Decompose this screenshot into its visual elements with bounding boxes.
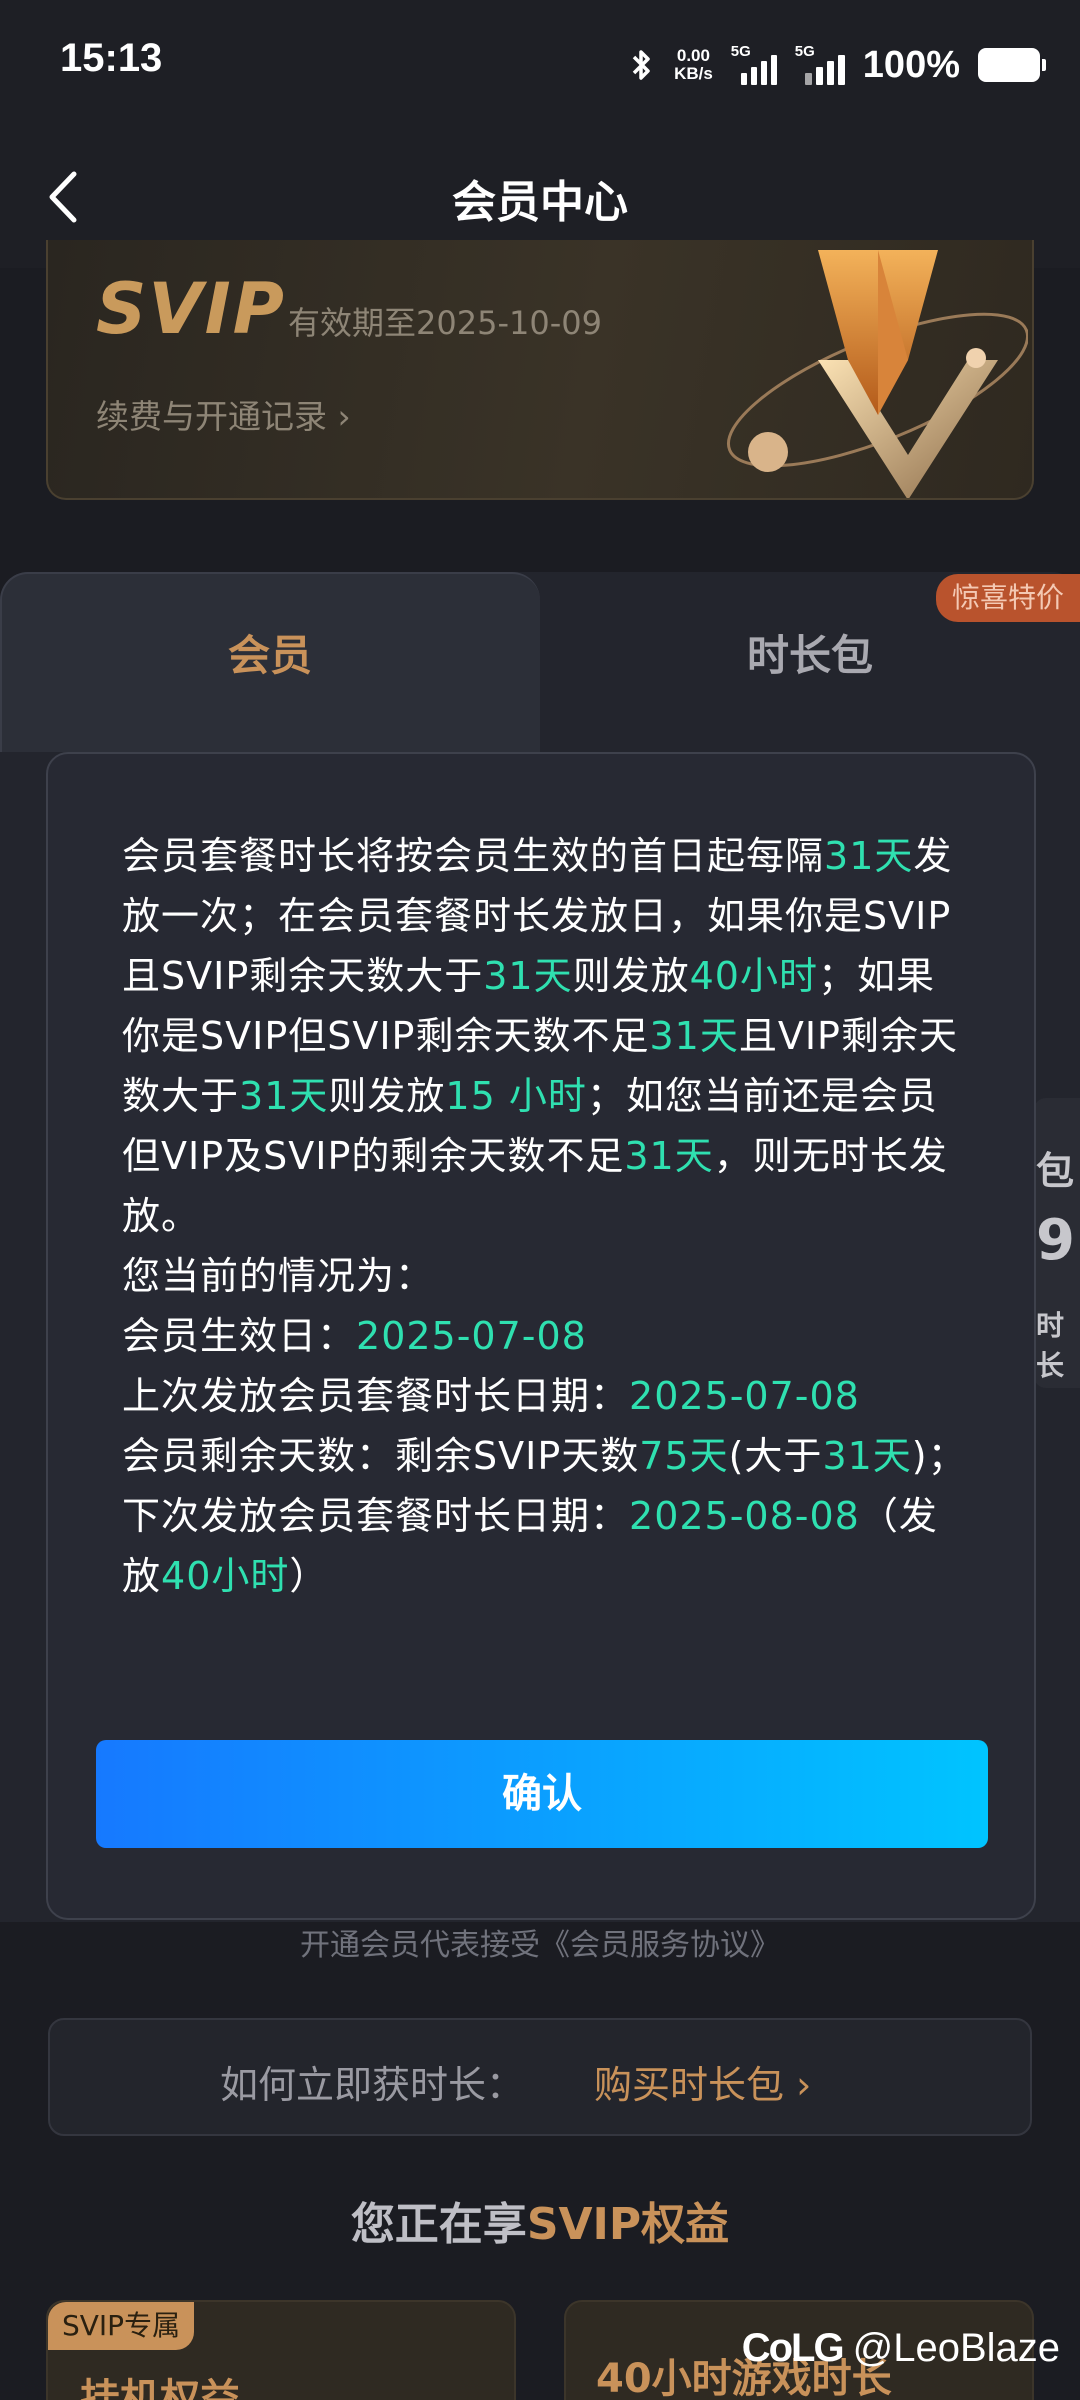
svip-exclusive-badge: SVIP专属 — [48, 2302, 195, 2350]
confirm-button[interactable]: 确认 — [96, 1740, 988, 1848]
renew-record-link[interactable]: 续费与开通记录 › — [96, 390, 351, 438]
buy-time-pack-link[interactable]: 购买时长包 › — [594, 2054, 811, 2109]
benefits-title: 您正在享SVIP权益 — [350, 2199, 730, 2250]
benefit-card-idle[interactable]: SVIP专属 挂机权益 — [46, 2300, 516, 2400]
svip-emblem-icon — [726, 250, 1028, 498]
remaining-days: 75天 — [639, 1434, 729, 1478]
svip-card: SVIP 有效期至2025-10-09 续费与开通记录 › — [46, 240, 1034, 500]
highlight-value: 31天 — [624, 1134, 714, 1178]
status-bar: 15:13 0.00 KB/s 5G 5G 100% — [0, 0, 1080, 130]
highlight-value: 40小时 — [689, 954, 818, 998]
tab-time-pack[interactable]: 时长包 — [540, 622, 1080, 683]
side-card-peek: 包 9 时长 — [1034, 1098, 1080, 1388]
rules-text: 则发放 — [328, 1074, 446, 1118]
next-grant-date: 2025-08-08 — [629, 1494, 860, 1538]
dialog-body: 会员套餐时长将按会员生效的首日起每隔31天发放一次；在会员套餐时长发放日，如果你… — [122, 826, 970, 1606]
status-time: 15:13 — [60, 36, 163, 80]
rules-paragraph: 会员套餐时长将按会员生效的首日起每隔31天发放一次；在会员套餐时长发放日，如果你… — [122, 826, 970, 1246]
highlight-value: 31天 — [649, 1014, 739, 1058]
signal-icon: 5G — [731, 43, 777, 85]
rules-text: 则发放 — [572, 954, 690, 998]
next-grant-row: 下次发放会员套餐时长日期：2025-08-08（发放40小时） — [122, 1494, 938, 1598]
watermark: CoLG @LeoBlaze — [742, 2326, 1060, 2371]
signal-icon: 5G — [795, 43, 845, 85]
current-status-label: 您当前的情况为： — [122, 1254, 435, 1298]
remaining-days-row: 会员剩余天数：剩余SVIP天数75天(大于31天)； — [122, 1434, 967, 1478]
svip-expiry: 有效期至2025-10-09 — [288, 304, 602, 342]
page-title: 会员中心 — [452, 177, 628, 228]
last-grant-date: 2025-07-08 — [629, 1374, 860, 1418]
tab-member-label[interactable]: 会员 — [0, 622, 540, 683]
highlight-value: 15 小时 — [445, 1074, 587, 1118]
effective-date-row: 会员生效日：2025-07-08 — [122, 1314, 587, 1358]
highlight-value: 31天 — [239, 1074, 329, 1118]
highlight-value: 31天 — [483, 954, 573, 998]
special-offer-badge: 惊喜特价 — [936, 574, 1080, 622]
rules-text: 会员套餐时长将按会员生效的首日起每隔 — [122, 834, 825, 878]
next-grant-hours: 40小时 — [161, 1554, 290, 1598]
effective-date: 2025-07-08 — [356, 1314, 587, 1358]
battery-percentage: 100% — [862, 43, 960, 86]
network-speed: 0.00 KB/s — [674, 46, 713, 83]
last-grant-row: 上次发放会员套餐时长日期：2025-07-08 — [122, 1374, 860, 1418]
benefit-title: 挂机权益 — [80, 2376, 240, 2400]
highlight-value: 31天 — [824, 834, 914, 878]
colg-logo: CoLG — [741, 2326, 845, 2370]
how-to-get-label: 如何立即获时长： — [220, 2063, 525, 2107]
watermark-handle: @LeoBlaze — [852, 2326, 1060, 2370]
battery-icon — [978, 48, 1046, 82]
svip-logo: SVIP — [96, 268, 286, 350]
grant-rules-dialog: 会员套餐时长将按会员生效的首日起每隔31天发放一次；在会员套餐时长发放日，如果你… — [46, 752, 1036, 1920]
agreement-text[interactable]: 开通会员代表接受《会员服务协议》 — [0, 1920, 1080, 1964]
status-icons: 0.00 KB/s 5G 5G 100% — [626, 40, 1046, 90]
how-to-get-time-box: 如何立即获时长： 购买时长包 › — [48, 2018, 1032, 2136]
bluetooth-icon — [632, 50, 650, 80]
